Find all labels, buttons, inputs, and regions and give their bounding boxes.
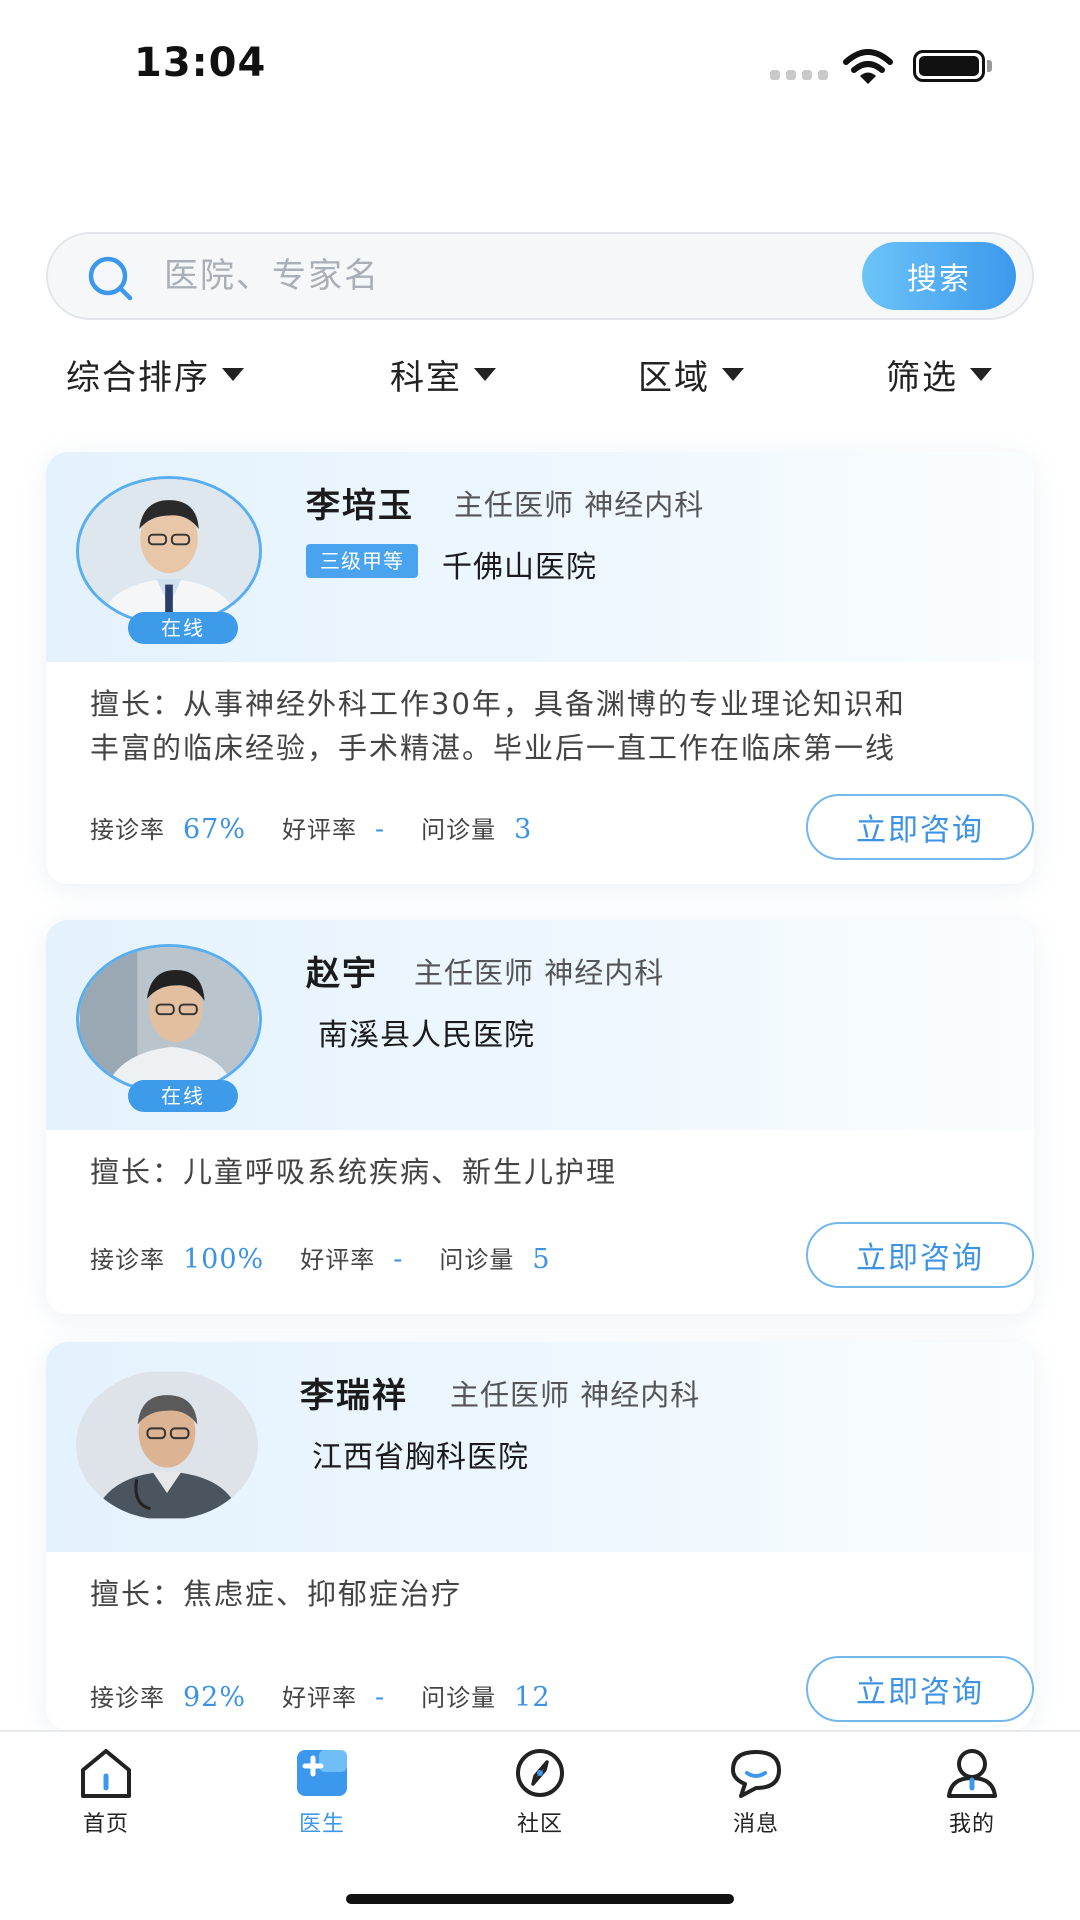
filter-region[interactable]: 区域 — [638, 350, 744, 399]
consult-now-button[interactable]: 立即咨询 — [806, 794, 1034, 860]
filter-more-label: 筛选 — [886, 358, 958, 398]
doctor-stats: 接诊率 92% 好评率 - 问诊量 12 — [90, 1678, 587, 1713]
doctor-card[interactable]: 在线 李培玉 主任医师 神经内科 三级甲等 千佛山医院 擅长：从事神经外科工作3… — [46, 452, 1034, 884]
wifi-icon — [843, 49, 893, 84]
consult-count-value: 3 — [514, 814, 533, 845]
search-button[interactable]: 搜索 — [862, 242, 1016, 310]
doctor-name: 赵宇 — [306, 954, 378, 994]
doctor-title: 主任医师 神经内科 — [414, 956, 665, 990]
stat-label: 接诊率 — [90, 1684, 165, 1712]
stat-label: 好评率 — [300, 1246, 376, 1274]
hospital-name: 千佛山医院 — [442, 550, 597, 585]
tab-label: 消息 — [732, 1812, 779, 1837]
profile-icon — [947, 1749, 997, 1798]
specialty-text: 擅长：儿童呼吸系统疾病、新生儿护理 — [90, 1150, 1010, 1194]
online-badge: 在线 — [128, 612, 238, 644]
doctor-name: 李瑞祥 — [300, 1376, 408, 1416]
filter-sort[interactable]: 综合排序 — [66, 350, 244, 399]
search-input[interactable] — [164, 252, 724, 300]
tab-label: 首页 — [82, 1812, 129, 1837]
consult-rate-value: 100% — [183, 1244, 265, 1275]
consult-now-button[interactable]: 立即咨询 — [806, 1222, 1034, 1288]
caret-down-icon — [722, 368, 744, 381]
caret-down-icon — [970, 368, 992, 381]
doctor-plus-icon — [297, 1750, 347, 1796]
doctor-card[interactable]: 在线 赵宇 主任医师 神经内科 南溪县人民医院 擅长：儿童呼吸系统疾病、新生儿护… — [46, 920, 1034, 1314]
battery-icon — [913, 50, 985, 82]
specialty-line: 丰富的临床经验，手术精湛。毕业后一直工作在临床第一线 — [90, 731, 897, 765]
cellular-signal-icon — [770, 70, 828, 80]
praise-rate-value: - — [393, 1244, 404, 1275]
battery-tip — [987, 60, 992, 72]
status-time: 13:04 — [134, 40, 267, 86]
search-bar[interactable]: 搜索 — [46, 232, 1034, 320]
filter-region-label: 区域 — [638, 358, 710, 398]
hospital-name: 江西省胸科医院 — [312, 1440, 529, 1475]
doctor-avatar — [76, 944, 262, 1094]
doctor-title: 主任医师 神经内科 — [450, 1378, 701, 1412]
stat-label: 接诊率 — [90, 1246, 165, 1274]
consult-now-button[interactable]: 立即咨询 — [806, 1656, 1034, 1722]
status-bar: 13:04 — [0, 0, 1080, 140]
bottom-tab-bar: 首页 医生 社区 消息 我的 — [0, 1730, 1080, 1920]
tab-profile[interactable]: 我的 — [912, 1746, 1032, 1838]
caret-down-icon — [222, 368, 244, 381]
tab-label: 医生 — [298, 1812, 345, 1837]
doctor-stats: 接诊率 67% 好评率 - 问诊量 3 — [90, 810, 568, 845]
compass-icon — [516, 1749, 564, 1797]
filter-more[interactable]: 筛选 — [886, 350, 992, 399]
stat-label: 好评率 — [282, 816, 358, 844]
specialty-text: 擅长：从事神经外科工作30年，具备渊博的专业理论知识和 丰富的临床经验，手术精湛… — [90, 682, 1010, 770]
doctor-title: 主任医师 神经内科 — [454, 488, 705, 522]
doctor-card[interactable]: 李瑞祥 主任医师 神经内科 江西省胸科医院 擅长：焦虑症、抑郁症治疗 接诊率 9… — [46, 1342, 1034, 1730]
tab-messages[interactable]: 消息 — [696, 1746, 816, 1838]
hospital-level-badge: 三级甲等 — [306, 544, 418, 578]
online-badge: 在线 — [128, 1080, 238, 1112]
hospital-name: 南溪县人民医院 — [318, 1018, 535, 1053]
specialty-text: 擅长：焦虑症、抑郁症治疗 — [90, 1572, 1010, 1616]
stat-label: 问诊量 — [421, 816, 497, 844]
consult-count-value: 12 — [514, 1682, 551, 1713]
filter-department-label: 科室 — [390, 358, 462, 398]
specialty-line: 擅长：儿童呼吸系统疾病、新生儿护理 — [90, 1155, 618, 1189]
consult-count-value: 5 — [532, 1244, 551, 1275]
caret-down-icon — [474, 368, 496, 381]
tab-label: 社区 — [516, 1812, 563, 1837]
chat-bubble-icon — [731, 1750, 781, 1798]
filter-sort-label: 综合排序 — [66, 358, 210, 398]
consult-rate-value: 92% — [183, 1682, 247, 1713]
stat-label: 接诊率 — [90, 816, 165, 844]
doctor-avatar — [76, 476, 262, 626]
doctor-stats: 接诊率 100% 好评率 - 问诊量 5 — [90, 1240, 587, 1275]
specialty-line: 擅长：从事神经外科工作30年，具备渊博的专业理论知识和 — [90, 687, 906, 721]
stat-label: 好评率 — [282, 1684, 358, 1712]
tab-label: 我的 — [948, 1812, 995, 1837]
tab-home[interactable]: 首页 — [46, 1746, 166, 1838]
filter-bar: 综合排序 科室 区域 筛选 — [0, 350, 1080, 400]
tab-doctor[interactable]: 医生 — [262, 1746, 382, 1838]
praise-rate-value: - — [375, 1682, 386, 1713]
praise-rate-value: - — [375, 814, 386, 845]
tab-community[interactable]: 社区 — [480, 1746, 600, 1838]
search-icon — [88, 256, 133, 301]
home-indicator[interactable] — [346, 1894, 734, 1904]
doctor-name: 李培玉 — [306, 486, 414, 526]
home-icon — [81, 1749, 131, 1798]
specialty-line: 擅长：焦虑症、抑郁症治疗 — [90, 1577, 463, 1611]
stat-label: 问诊量 — [439, 1246, 515, 1274]
filter-department[interactable]: 科室 — [390, 350, 496, 399]
doctor-avatar — [76, 1370, 258, 1520]
consult-rate-value: 67% — [183, 814, 247, 845]
stat-label: 问诊量 — [421, 1684, 497, 1712]
